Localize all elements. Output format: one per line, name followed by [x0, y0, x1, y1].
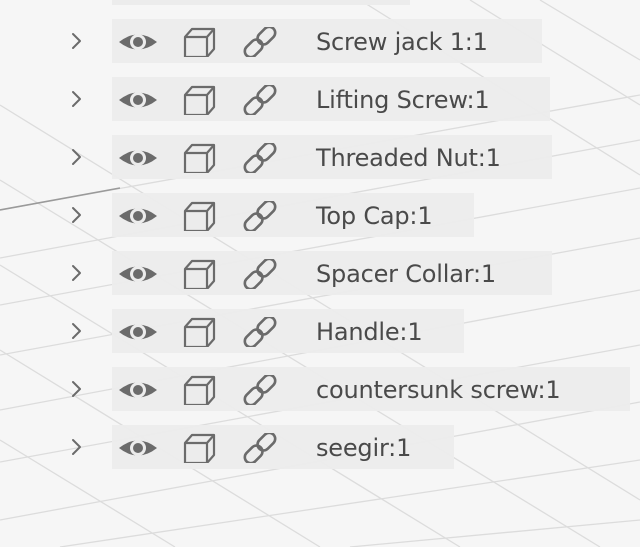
body-cube-icon[interactable] — [178, 259, 222, 289]
chevron-right-icon[interactable] — [66, 145, 86, 169]
row-label: Screw jack 1:1 — [316, 28, 488, 56]
row-label: Lifting Screw:1 — [316, 86, 490, 114]
chevron-right-icon[interactable] — [66, 203, 86, 227]
eye-icon[interactable] — [116, 433, 160, 463]
link-icon[interactable] — [238, 317, 282, 347]
chevron-right-icon[interactable] — [66, 87, 86, 111]
browser-row-spacer-collar-1[interactable]: Spacer Collar:1 — [0, 248, 640, 298]
body-cube-icon[interactable] — [178, 201, 222, 231]
browser-row-handle-1[interactable]: Handle:1 — [0, 306, 640, 356]
chevron-right-icon[interactable] — [66, 261, 86, 285]
browser-row-screw-jack-1-1[interactable]: Screw jack 1:1 — [0, 16, 640, 66]
eye-icon[interactable] — [116, 317, 160, 347]
link-icon[interactable] — [238, 433, 282, 463]
eye-icon[interactable] — [116, 85, 160, 115]
link-icon[interactable] — [238, 259, 282, 289]
browser-row-top-cap-1[interactable]: Top Cap:1 — [0, 190, 640, 240]
body-cube-icon[interactable] — [178, 433, 222, 463]
row-label: Top Cap:1 — [316, 202, 433, 230]
body-cube-icon[interactable] — [178, 375, 222, 405]
browser-row-seegir-1[interactable]: seegir:1 — [0, 422, 640, 472]
chevron-right-icon[interactable] — [66, 319, 86, 343]
link-icon[interactable] — [238, 201, 282, 231]
link-icon[interactable] — [238, 143, 282, 173]
body-cube-icon[interactable] — [178, 143, 222, 173]
body-cube-icon[interactable] — [178, 85, 222, 115]
browser-row-threaded-nut-1[interactable]: Threaded Nut:1 — [0, 132, 640, 182]
link-icon[interactable] — [238, 85, 282, 115]
eye-icon[interactable] — [116, 259, 160, 289]
row-label: seegir:1 — [316, 434, 412, 462]
chevron-right-icon[interactable] — [66, 435, 86, 459]
chevron-right-icon[interactable] — [66, 29, 86, 53]
row-label: countersunk screw:1 — [316, 376, 561, 404]
row-label: Spacer Collar:1 — [316, 260, 496, 288]
eye-icon[interactable] — [116, 375, 160, 405]
browser-row-countersunk-screw-1[interactable]: countersunk screw:1 — [0, 364, 640, 414]
chevron-right-icon[interactable] — [66, 377, 86, 401]
browser-row-lifting-screw-1[interactable]: Lifting Screw:1 — [0, 74, 640, 124]
row-label: Handle:1 — [316, 318, 423, 346]
previous-row-edge — [112, 0, 410, 5]
body-cube-icon[interactable] — [178, 317, 222, 347]
row-label: Threaded Nut:1 — [316, 144, 501, 172]
eye-icon[interactable] — [116, 201, 160, 231]
body-cube-icon[interactable] — [178, 27, 222, 57]
eye-icon[interactable] — [116, 143, 160, 173]
link-icon[interactable] — [238, 375, 282, 405]
link-icon[interactable] — [238, 27, 282, 57]
eye-icon[interactable] — [116, 27, 160, 57]
